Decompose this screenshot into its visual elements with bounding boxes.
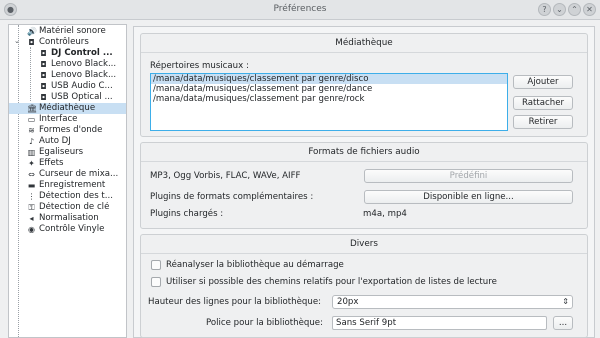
speaker-icon: 🔊 — [27, 27, 37, 36]
loaded-plugins-value: m4a, mp4 — [363, 209, 407, 219]
formats-group: Formats de fichiers audio MP3, Ogg Vorbi… — [140, 142, 588, 229]
controller-icon: ◘ — [40, 49, 47, 58]
sidebar-item-label: Normalisation — [39, 213, 99, 223]
sidebar-item-label: Formes d'onde — [39, 125, 103, 135]
minimize-icon[interactable]: ⌄ — [553, 3, 566, 16]
equalizer-icon: ▥ — [27, 148, 36, 157]
list-item[interactable]: /mana/data/musiques/classement par genre… — [151, 74, 507, 84]
sidebar-item-label: Curseur de mixa... — [39, 169, 119, 179]
builtin-formats-button: Prédéfini — [364, 169, 573, 183]
music-dirs-list[interactable]: /mana/data/musiques/classement par genre… — [150, 73, 508, 131]
crossfader-icon: ⇔ — [28, 170, 35, 179]
formats-group-title: Formats de fichiers audio — [308, 147, 420, 157]
sidebar-item-auto-dj[interactable]: ♪ Auto DJ — [9, 136, 126, 147]
list-item[interactable]: /mana/data/musiques/classement par genre… — [151, 94, 507, 104]
bpm-icon: ⋮ — [27, 192, 36, 201]
title-bar: ● Préférences ? ⌄ ⌃ ✕ — [0, 0, 600, 20]
relative-paths-checkbox[interactable] — [151, 277, 161, 287]
sidebar-item-label: Effets — [39, 158, 64, 168]
sidebar-item-mediatheque[interactable]: 🏛 Médiathèque — [9, 103, 126, 114]
row-height-select[interactable]: 20px ⇕ — [332, 295, 573, 309]
sidebar-item-label: Interface — [39, 114, 78, 124]
online-plugins-button[interactable]: Disponible en ligne... — [364, 190, 573, 204]
add-dir-button[interactable]: Ajouter — [513, 75, 573, 89]
list-item[interactable]: /mana/data/musiques/classement par genre… — [151, 84, 507, 94]
record-icon: ▬ — [27, 181, 36, 190]
mediatheque-group-title: Médiathèque — [335, 38, 393, 48]
rescan-checkbox[interactable] — [151, 260, 161, 270]
sidebar-item-normalisation[interactable]: ◂ Normalisation — [9, 213, 126, 224]
row-height-value: 20px — [337, 297, 359, 307]
library-font-label: Police pour la bibliothèque: — [206, 318, 323, 328]
sidebar-item-label: USB Optical ... — [51, 92, 113, 102]
sidebar-item-dj-control[interactable]: ◘ DJ Control ... — [9, 48, 126, 59]
row-height-label: Hauteur des lignes pour la bibliothèque: — [148, 297, 321, 307]
mediatheque-group: Médiathèque Répertoires musicaux : /mana… — [140, 33, 588, 137]
controller-icon: ◘ — [40, 71, 47, 80]
vinyl-icon: ◉ — [28, 225, 35, 234]
sidebar-item-label: Détection des t... — [39, 191, 113, 201]
preferences-tree[interactable]: ⌄ 🔊 Matériel sonore ◘ Contrôleurs ◘ DJ C… — [8, 24, 127, 338]
key-icon: ⚿ — [28, 203, 35, 212]
sidebar-item-effets[interactable]: ✦ Effets — [9, 158, 126, 169]
divers-group-title: Divers — [349, 239, 379, 249]
window-title: Préférences — [273, 4, 327, 14]
sidebar-item-label: Contrôle Vinyle — [39, 224, 105, 234]
loaded-plugins-label: Plugins chargés : — [150, 209, 224, 219]
relative-paths-label: Utiliser si possible des chemins relatif… — [166, 277, 497, 287]
sidebar-item-lenovo-1[interactable]: ◘ Lenovo Black... — [9, 59, 126, 70]
sidebar-item-detection-tempo[interactable]: ⋮ Détection des t... — [9, 191, 126, 202]
controller-icon: ◘ — [40, 93, 47, 102]
sidebar-item-usb-optical[interactable]: ◘ USB Optical ... — [9, 92, 126, 103]
divers-group: Divers Réanalyser la bibliothèque au dém… — [140, 234, 588, 338]
sidebar-item-label: Égaliseurs — [39, 147, 84, 157]
sidebar-item-label: DJ Control ... — [51, 48, 113, 58]
sidebar-item-controle-vinyle[interactable]: ◉ Contrôle Vinyle — [9, 224, 126, 235]
sidebar-item-label: USB Audio C... — [51, 81, 113, 91]
help-icon[interactable]: ? — [538, 3, 551, 16]
controller-icon: ◘ — [28, 38, 35, 47]
sidebar-item-usb-audio[interactable]: ◘ USB Audio C... — [9, 81, 126, 92]
controller-icon: ◘ — [40, 82, 47, 91]
sidebar-item-controleurs[interactable]: ◘ Contrôleurs — [9, 37, 126, 48]
sidebar-item-label: Lenovo Black... — [51, 59, 117, 69]
sidebar-item-detection-cle[interactable]: ⚿ Détection de clé — [9, 202, 126, 213]
rescan-label: Réanalyser la bibliothèque au démarrage — [166, 260, 344, 270]
library-icon: 🏛 — [27, 104, 38, 113]
sidebar-item-label: Auto DJ — [39, 136, 71, 146]
sidebar-item-curseur-mixage[interactable]: ⇔ Curseur de mixa... — [9, 169, 126, 180]
controller-icon: ◘ — [40, 60, 47, 69]
sidebar-item-materiel-sonore[interactable]: 🔊 Matériel sonore — [9, 26, 126, 37]
library-font-field[interactable]: Sans Serif 9pt — [332, 316, 547, 330]
normalization-icon: ◂ — [29, 214, 34, 223]
builtin-formats-label: MP3, Ogg Vorbis, FLAC, WAVe, AIFF — [150, 171, 301, 181]
waveform-icon: ≋ — [28, 126, 35, 135]
close-icon[interactable]: ✕ — [583, 3, 596, 16]
sidebar-item-label: Enregistrement — [39, 180, 106, 190]
sidebar-item-formes-onde[interactable]: ≋ Formes d'onde — [9, 125, 126, 136]
sidebar-item-label: Contrôleurs — [39, 37, 89, 47]
relink-dir-button[interactable]: Rattacher — [513, 96, 573, 110]
plugin-formats-label: Plugins de formats complémentaires : — [150, 192, 314, 202]
sidebar-item-lenovo-2[interactable]: ◘ Lenovo Black... — [9, 70, 126, 81]
music-dirs-label: Répertoires musicaux : — [150, 61, 249, 71]
autodj-icon: ♪ — [28, 137, 35, 146]
sidebar-item-enregistrement[interactable]: ▬ Enregistrement — [9, 180, 126, 191]
sidebar-item-label: Médiathèque — [39, 103, 96, 113]
updown-arrows-icon: ⇕ — [562, 297, 569, 306]
effects-icon: ✦ — [28, 159, 35, 168]
sidebar-item-label: Matériel sonore — [39, 26, 106, 36]
sidebar-item-label: Lenovo Black... — [51, 70, 117, 80]
maximize-icon[interactable]: ⌃ — [568, 3, 581, 16]
choose-font-button[interactable]: ... — [553, 316, 573, 330]
sidebar-item-label: Détection de clé — [39, 202, 110, 212]
sidebar-item-interface[interactable]: ▭ Interface — [9, 114, 126, 125]
settings-panel: Médiathèque Répertoires musicaux : /mana… — [133, 26, 595, 338]
monitor-icon: ▭ — [27, 115, 36, 124]
remove-dir-button[interactable]: Retirer — [513, 115, 573, 129]
sidebar-item-egaliseurs[interactable]: ▥ Égaliseurs — [9, 147, 126, 158]
